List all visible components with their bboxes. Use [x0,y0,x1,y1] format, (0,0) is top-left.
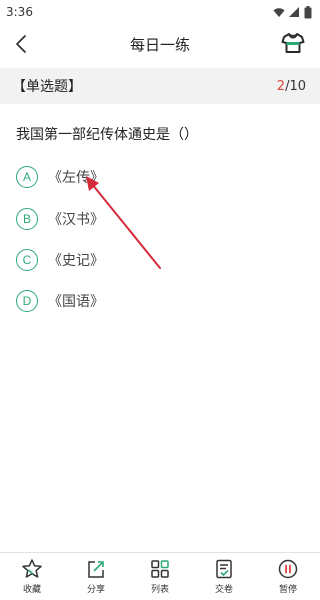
question-text: 我国第一部纪传体通史是（） [16,127,198,143]
tab-label: 列表 [150,585,169,595]
option-d[interactable]: D 《国语》 [16,288,104,314]
bottom-toolbar: 收藏 分享 列表 交卷 暂停 [0,552,320,600]
battery-icon [304,5,312,18]
option-letter: A [16,166,38,188]
status-bar: 3:36 [0,0,320,24]
tab-list[interactable]: 列表 [128,558,192,595]
status-icons [273,5,312,19]
tab-favorite[interactable]: 收藏 [0,558,64,595]
question-type-label: 【单选题】 [12,79,82,95]
grid-list-icon [151,560,169,578]
tab-label: 收藏 [22,585,41,595]
star-icon [22,559,42,578]
tab-pause[interactable]: 暂停 [256,558,320,595]
tab-submit[interactable]: 交卷 [192,558,256,595]
question-total: /10 [285,78,306,94]
question-counter: 2/10 [277,79,306,94]
question-current: 2 [276,78,286,94]
tab-share[interactable]: 分享 [64,558,128,595]
option-c[interactable]: C 《史记》 [16,247,104,273]
signal-icon [289,7,299,17]
option-b[interactable]: B 《汉书》 [16,206,104,232]
question-type-bar: 【单选题】 2/10 [0,68,320,104]
option-text: 《左传》 [48,170,104,186]
shirt-icon[interactable] [280,30,306,56]
header: 每日一练 [0,24,320,64]
submit-paper-icon [216,559,232,579]
option-text: 《史记》 [48,253,104,269]
tab-label: 暂停 [278,585,297,595]
option-a[interactable]: A 《左传》 [16,164,104,190]
pause-icon [278,559,298,579]
option-letter: B [16,208,38,230]
tab-label: 交卷 [214,585,233,595]
page-title: 每日一练 [129,35,190,54]
option-letter: C [16,249,38,271]
tab-label: 分享 [86,585,105,595]
status-time: 3:36 [6,5,33,19]
option-letter: D [16,290,38,312]
chevron-left-icon[interactable] [10,32,34,56]
share-icon [88,561,104,578]
option-text: 《国语》 [48,294,104,310]
option-text: 《汉书》 [48,212,104,228]
wifi-icon [273,8,285,17]
